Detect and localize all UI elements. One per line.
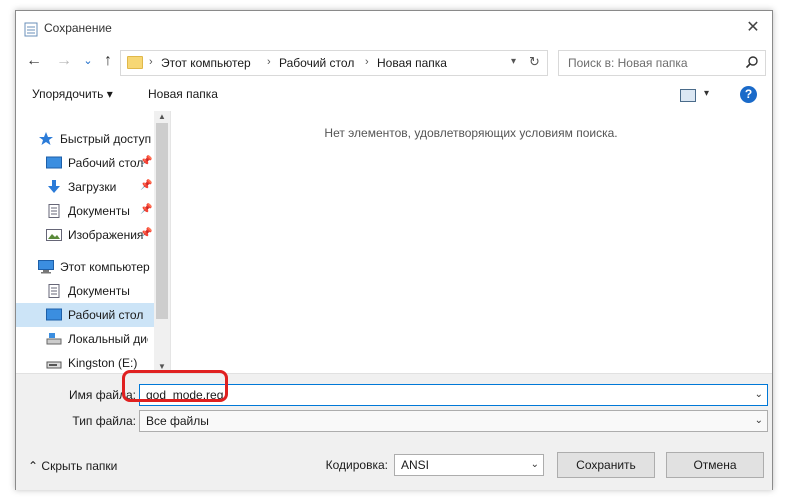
sidebar-item-kingston[interactable]: Kingston (E:) bbox=[16, 351, 154, 371]
filetype-label: Тип файла: bbox=[72, 414, 136, 428]
download-icon bbox=[48, 180, 60, 193]
usb-drive-icon bbox=[46, 361, 62, 369]
sidebar-item-pictures[interactable]: Изображения 📌 bbox=[16, 223, 154, 247]
title-bar: Сохранение ✕ bbox=[16, 11, 772, 45]
search-icon[interactable] bbox=[745, 55, 759, 69]
folder-icon bbox=[127, 56, 143, 69]
sidebar-item-downloads[interactable]: Загрузки 📌 bbox=[16, 175, 154, 199]
computer-icon bbox=[38, 260, 54, 274]
notepad-icon bbox=[24, 22, 38, 37]
search-box[interactable]: Поиск в: Новая папка bbox=[558, 50, 766, 76]
scrollbar-thumb[interactable] bbox=[156, 123, 168, 319]
save-dialog: Сохранение ✕ ← → ⌄ ↑ › Этот компьютер › … bbox=[15, 10, 773, 490]
star-icon bbox=[39, 132, 53, 145]
drive-icon bbox=[46, 333, 62, 345]
chevron-right-icon: › bbox=[267, 56, 271, 68]
close-button[interactable]: ✕ bbox=[740, 17, 766, 39]
document-icon bbox=[48, 284, 60, 298]
search-placeholder: Поиск в: Новая папка bbox=[568, 56, 688, 70]
encoding-label: Кодировка: bbox=[325, 458, 388, 472]
sidebar-item-quick-access[interactable]: Быстрый доступ bbox=[16, 127, 154, 151]
desktop-icon bbox=[46, 308, 62, 321]
view-options-icon[interactable] bbox=[680, 89, 696, 102]
pin-icon: 📌 bbox=[140, 204, 153, 215]
chevron-up-icon[interactable]: ▲ bbox=[154, 111, 170, 123]
chevron-up-icon: ⌃ bbox=[28, 459, 39, 473]
breadcrumb-new-folder[interactable]: Новая папка bbox=[377, 56, 447, 70]
pin-icon: 📌 bbox=[140, 228, 153, 239]
annotation-highlight bbox=[122, 370, 228, 402]
chevron-down-icon[interactable]: ⌄ bbox=[755, 415, 763, 426]
sidebar-item-desktop-pc[interactable]: Рабочий стол bbox=[16, 303, 154, 327]
document-icon bbox=[48, 204, 60, 218]
pane-divider[interactable] bbox=[170, 111, 171, 373]
filetype-value: Все файлы bbox=[146, 414, 209, 428]
hide-folders-link[interactable]: ⌃ Скрыть папки bbox=[28, 459, 117, 473]
organize-button[interactable]: Упорядочить ▾ bbox=[32, 87, 113, 101]
new-folder-button[interactable]: Новая папка bbox=[148, 87, 218, 101]
empty-folder-message: Нет элементов, удовлетворяющих условиям … bbox=[324, 126, 618, 140]
navigation-pane: Быстрый доступ Рабочий стол 📌 Загрузки 📌… bbox=[16, 111, 154, 371]
pin-icon: 📌 bbox=[140, 180, 153, 191]
desktop-icon bbox=[46, 156, 62, 169]
sidebar-scrollbar[interactable]: ▲ ▼ bbox=[154, 111, 170, 373]
encoding-select[interactable]: ANSI ⌄ bbox=[394, 454, 544, 476]
chevron-down-icon[interactable]: ▾ bbox=[704, 88, 709, 99]
sidebar-item-documents-pc[interactable]: Документы bbox=[16, 279, 154, 303]
pin-icon: 📌 bbox=[140, 156, 153, 167]
encoding-value: ANSI bbox=[401, 458, 430, 472]
back-button[interactable]: ← bbox=[26, 53, 42, 69]
chevron-right-icon: › bbox=[149, 56, 153, 68]
cancel-button[interactable]: Отмена bbox=[666, 452, 764, 478]
recent-locations-button[interactable]: ⌄ bbox=[80, 53, 96, 69]
sidebar-item-this-pc[interactable]: Этот компьютер bbox=[16, 255, 154, 279]
chevron-down-icon[interactable]: ▾ bbox=[511, 56, 516, 67]
sidebar-item-local-disk[interactable]: Локальный диск bbox=[16, 327, 154, 351]
filename-field[interactable]: god_mode.reg ⌄ bbox=[139, 384, 768, 406]
chevron-down-icon[interactable]: ⌄ bbox=[755, 389, 763, 400]
filetype-select[interactable]: Все файлы ⌄ bbox=[139, 410, 768, 432]
sidebar-item-documents[interactable]: Документы 📌 bbox=[16, 199, 154, 223]
breadcrumb-this-pc[interactable]: Этот компьютер bbox=[161, 56, 251, 70]
address-bar[interactable]: › Этот компьютер › Рабочий стол › Новая … bbox=[120, 50, 548, 76]
window-title: Сохранение bbox=[44, 21, 112, 35]
chevron-down-icon[interactable]: ⌄ bbox=[531, 459, 539, 470]
breadcrumb-desktop[interactable]: Рабочий стол bbox=[279, 56, 354, 70]
up-button[interactable]: ↑ bbox=[100, 53, 116, 69]
help-icon[interactable]: ? bbox=[740, 86, 757, 103]
save-button[interactable]: Сохранить bbox=[557, 452, 655, 478]
refresh-icon[interactable]: ↻ bbox=[529, 54, 540, 70]
pictures-icon bbox=[46, 229, 62, 241]
navigation-row: ← → ⌄ ↑ › Этот компьютер › Рабочий стол … bbox=[16, 47, 772, 77]
forward-button[interactable]: → bbox=[56, 53, 72, 69]
command-toolbar: Упорядочить ▾ Новая папка ▾ ? bbox=[16, 81, 772, 109]
chevron-right-icon: › bbox=[365, 56, 369, 68]
sidebar-item-desktop[interactable]: Рабочий стол 📌 bbox=[16, 151, 154, 175]
